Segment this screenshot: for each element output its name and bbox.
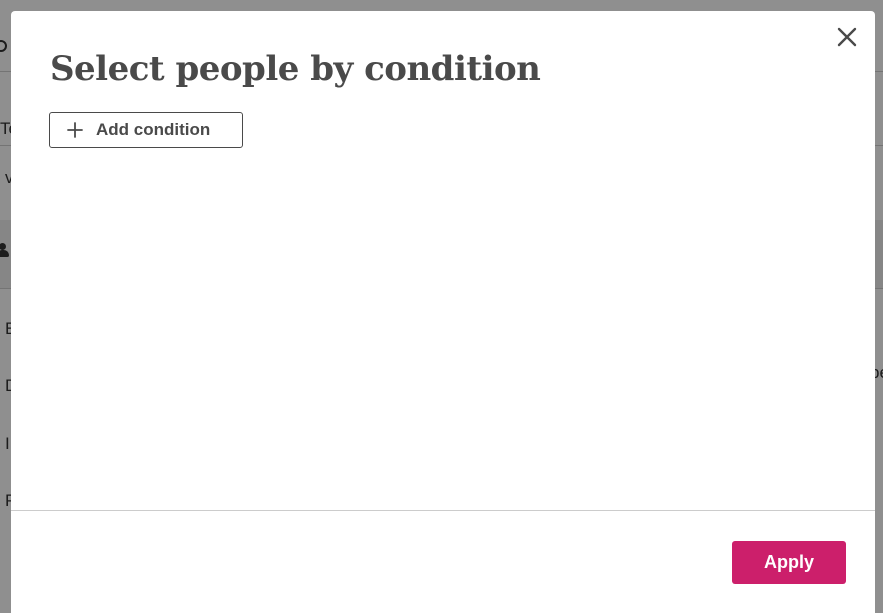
modal-title: Select people by condition	[50, 49, 541, 89]
condition-modal: Select people by condition Add condition…	[11, 11, 875, 613]
add-condition-button[interactable]: Add condition	[49, 112, 243, 148]
apply-button[interactable]: Apply	[732, 541, 846, 584]
close-button[interactable]	[833, 23, 861, 51]
add-condition-label: Add condition	[96, 120, 211, 139]
footer-divider	[11, 510, 875, 511]
close-icon	[837, 27, 857, 47]
plus-icon	[67, 122, 83, 138]
